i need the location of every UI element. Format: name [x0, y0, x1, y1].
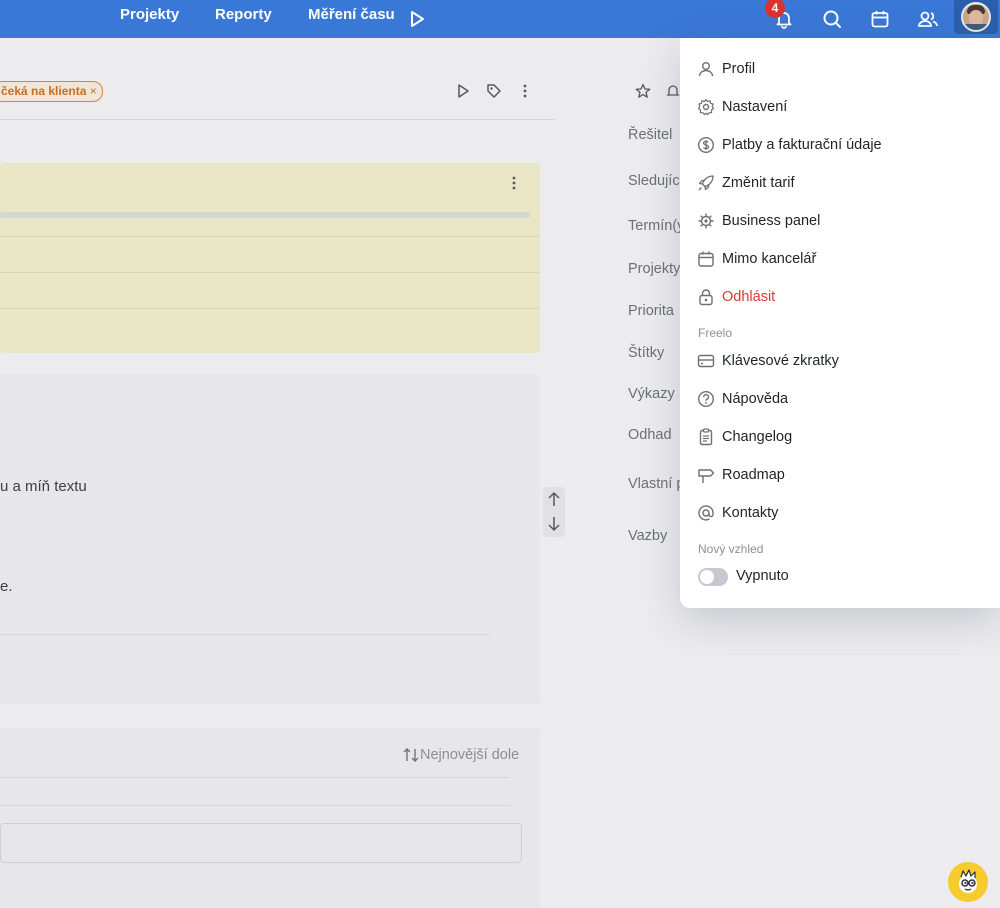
search-icon[interactable] — [816, 3, 848, 35]
menu-item-label: Klávesové zkratky — [722, 353, 839, 369]
field-label-estimate: Odhad — [628, 427, 672, 443]
menu-item-label: Mimo kancelář — [722, 251, 817, 267]
menu-item-label: Odhlásit — [722, 289, 776, 305]
field-label-assignee: Řešitel — [628, 127, 673, 143]
rocket-icon — [696, 173, 716, 193]
field-label-tags: Štítky — [628, 345, 665, 361]
field-label-custom: Vlastní p — [628, 476, 685, 492]
new-look-toggle-label: Vypnuto — [736, 568, 789, 584]
menu-section-freelo: Freelo — [698, 326, 733, 340]
field-label-followers: Sledujíc — [628, 173, 680, 189]
menu-item-label: Změnit tarif — [722, 175, 795, 191]
menu-item-roadmap[interactable]: Roadmap — [696, 460, 785, 490]
toggle-knob — [700, 570, 714, 584]
settings-cog-icon — [696, 211, 716, 231]
tag-icon[interactable] — [478, 75, 510, 107]
nav-reports[interactable]: Reporty — [215, 6, 272, 23]
new-look-toggle[interactable] — [698, 568, 728, 586]
star-icon[interactable] — [627, 75, 659, 107]
start-timer-play-icon[interactable] — [401, 3, 433, 35]
remove-tag-icon[interactable]: × — [90, 84, 97, 98]
description-text: e. — [0, 578, 13, 595]
move-down-arrow-icon[interactable] — [546, 515, 562, 538]
play-icon[interactable] — [447, 75, 479, 107]
move-controls — [543, 487, 565, 537]
comment-input[interactable] — [0, 823, 522, 863]
checklist-progress-bar — [0, 212, 530, 218]
menu-item-business-panel[interactable]: Business panel — [696, 206, 820, 236]
menu-item-change-plan[interactable]: Změnit tarif — [696, 168, 795, 198]
dollar-icon — [696, 135, 716, 155]
calendar-icon[interactable] — [864, 3, 896, 35]
menu-item-billing[interactable]: Platby a fakturační údaje — [696, 130, 882, 160]
at-icon — [696, 503, 716, 523]
menu-item-label: Roadmap — [722, 467, 785, 483]
keyboard-icon — [696, 351, 716, 371]
top-navigation-bar: Projekty Reporty Měření času 4 — [0, 0, 1000, 38]
users-icon[interactable] — [912, 3, 944, 35]
menu-item-label: Kontakty — [722, 505, 779, 521]
nav-projects[interactable]: Projekty — [120, 6, 179, 23]
field-label-relations: Vazby — [628, 528, 668, 544]
menu-item-label: Business panel — [722, 213, 821, 229]
menu-item-label: Nastavení — [722, 99, 788, 115]
user-avatar-button[interactable] — [954, 0, 998, 34]
move-up-arrow-icon[interactable] — [546, 490, 562, 513]
lock-icon — [696, 287, 716, 307]
nav-time-tracking[interactable]: Měření času — [308, 6, 395, 23]
sort-label: Nejnovější dole — [420, 747, 520, 763]
gear-icon — [696, 97, 716, 117]
calendar-icon — [696, 249, 716, 269]
menu-item-label: Platby a fakturační údaje — [722, 137, 882, 153]
menu-item-changelog[interactable]: Changelog — [696, 422, 792, 452]
sort-toggle[interactable]: Nejnovější dole — [402, 747, 519, 763]
description-card: u a míň textu e. — [0, 374, 540, 704]
comments-card: Nejnovější dole — [0, 728, 540, 908]
status-tag-label: čeká na klienta — [1, 84, 87, 98]
field-label-projects: Projekty — [628, 261, 681, 277]
menu-item-label: Profil — [722, 61, 756, 77]
signpost-icon — [696, 465, 716, 485]
field-label-priority: Priorita — [628, 303, 674, 319]
help-chat-widget[interactable] — [948, 862, 988, 902]
divider — [0, 119, 555, 120]
clipboard-icon — [696, 427, 716, 447]
checklist-card — [0, 163, 540, 353]
menu-item-out-of-office[interactable]: Mimo kancelář — [696, 244, 816, 274]
menu-section-new-look: Nový vzhled — [698, 542, 764, 556]
user-dropdown-menu: Profil Nastavení Platby a fakturační úda… — [680, 38, 1000, 608]
menu-item-keyboard-shortcuts[interactable]: Klávesové zkratky — [696, 346, 839, 376]
menu-item-contacts[interactable]: Kontakty — [696, 498, 778, 528]
status-tag[interactable]: čeká na klienta × — [0, 81, 103, 102]
mascot-icon — [959, 869, 977, 893]
menu-item-profile[interactable]: Profil — [696, 54, 755, 84]
user-icon — [696, 59, 716, 79]
more-options-icon[interactable] — [509, 75, 541, 107]
card-more-icon[interactable] — [506, 175, 522, 196]
sort-icon — [403, 748, 419, 762]
menu-item-help[interactable]: Nápověda — [696, 384, 788, 414]
description-text: u a míň textu — [0, 478, 87, 495]
menu-item-label: Nápověda — [722, 391, 789, 407]
field-label-reports: Výkazy — [628, 386, 675, 402]
avatar — [961, 2, 991, 32]
menu-item-settings[interactable]: Nastavení — [696, 92, 787, 122]
menu-item-logout[interactable]: Odhlásit — [696, 282, 775, 312]
menu-item-label: Changelog — [722, 429, 793, 445]
field-label-deadline: Termín(y — [628, 218, 685, 234]
help-icon — [696, 389, 716, 409]
